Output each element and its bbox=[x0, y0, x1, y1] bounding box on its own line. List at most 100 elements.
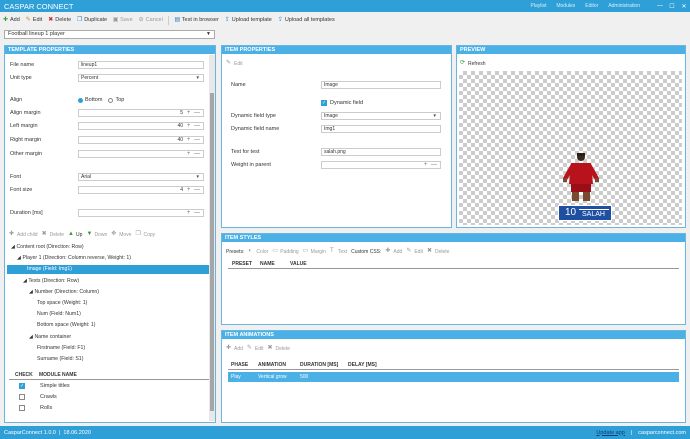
tree-node[interactable]: Bottom space (Weight: 1) bbox=[37, 321, 95, 330]
save-button[interactable]: ▣ Save bbox=[112, 17, 133, 24]
plus-minus-icon[interactable]: + — bbox=[187, 137, 201, 143]
upload-all-button[interactable]: ⇪ Upload all templates bbox=[277, 17, 335, 24]
delete-button[interactable]: ✖ Delete bbox=[47, 17, 71, 24]
margin-preset-button[interactable]: ▭ Margin bbox=[303, 248, 326, 255]
cancel-button[interactable]: ⊘ Cancel bbox=[138, 17, 163, 24]
module-row[interactable]: ✓ Simple titles bbox=[19, 383, 70, 389]
text-preset-button[interactable]: T Text bbox=[330, 248, 347, 255]
tree-node[interactable]: ◢ Name container bbox=[29, 333, 71, 342]
nav-modules[interactable]: Modules bbox=[556, 3, 575, 9]
move-button[interactable]: ✥ Move bbox=[111, 231, 131, 238]
tree-delete-button[interactable]: ✖ Delete bbox=[42, 231, 64, 238]
other-margin-stepper[interactable]: + — bbox=[78, 150, 204, 158]
tree-node[interactable]: ◢ Content root (Direction: Row) bbox=[11, 243, 84, 252]
tree-node-selected[interactable]: Image (Field: Img1) bbox=[7, 265, 210, 274]
check-icon[interactable]: ✓ bbox=[19, 383, 25, 389]
template-select[interactable]: Football lineup 1 player ▼ bbox=[4, 30, 215, 39]
nav-editor[interactable]: Editor bbox=[585, 3, 598, 9]
align-bottom-radio[interactable] bbox=[78, 97, 83, 103]
font-size-stepper[interactable]: 4 + — bbox=[78, 186, 204, 194]
padding-preset-button[interactable]: ▭ Padding bbox=[272, 248, 298, 255]
style-delete-button[interactable]: ✖ Delete bbox=[427, 248, 449, 255]
test-in-browser-button[interactable]: ▤ Test in browser bbox=[174, 17, 218, 24]
add-child-button[interactable]: ✚ Add child bbox=[9, 231, 38, 238]
modules-table-header: CHECK MODULE NAME bbox=[9, 371, 209, 380]
right-margin-stepper[interactable]: 40 + — bbox=[78, 136, 204, 144]
dynamic-field-name-input[interactable]: Img1 bbox=[321, 125, 441, 133]
app-title: CASPAR CONNECT bbox=[4, 1, 74, 11]
item-edit-button[interactable]: ✎ Edit bbox=[226, 60, 243, 67]
minimize-button[interactable]: — bbox=[654, 3, 666, 9]
font-row: Font Arial ▼ bbox=[10, 173, 204, 181]
vertical-scrollbar[interactable] bbox=[209, 55, 215, 421]
edit-button[interactable]: ✎ Edit bbox=[25, 17, 43, 24]
text-for-test-input[interactable]: salah.png bbox=[321, 148, 441, 156]
add-button[interactable]: ✚ Add bbox=[2, 17, 20, 24]
tree-node[interactable]: Firstname (Field: F1) bbox=[37, 344, 85, 353]
font-select[interactable]: Arial ▼ bbox=[78, 173, 204, 181]
down-button[interactable]: ▼ Down bbox=[86, 231, 107, 238]
style-edit-button[interactable]: ✎ Edit bbox=[406, 248, 423, 255]
nav-administration[interactable]: Administration bbox=[608, 3, 640, 9]
upload-template-button[interactable]: ⇪ Upload template bbox=[224, 17, 272, 24]
anim-delete-button[interactable]: ✖ Delete bbox=[268, 345, 290, 352]
plus-minus-icon[interactable]: + — bbox=[187, 151, 201, 157]
duplicate-button[interactable]: ❐ Duplicate bbox=[76, 17, 107, 24]
player-number: 10 bbox=[565, 207, 577, 218]
tree-node[interactable]: Surname (Field: S1) bbox=[37, 355, 83, 364]
plus-minus-icon[interactable]: + — bbox=[424, 162, 438, 168]
module-row[interactable]: Rolls bbox=[19, 405, 52, 411]
nav-playlist[interactable]: Playlist bbox=[531, 3, 547, 9]
item-name-input[interactable]: Image bbox=[321, 81, 441, 89]
move-icon: ✥ bbox=[111, 231, 117, 237]
pencil-icon: ✎ bbox=[226, 60, 232, 66]
preview-toolbar: ⟳ Refresh bbox=[460, 60, 486, 67]
refresh-button[interactable]: ⟳ Refresh bbox=[460, 60, 486, 67]
unit-type-select[interactable]: Percent ▼ bbox=[78, 74, 204, 82]
plus-minus-icon[interactable]: + — bbox=[187, 210, 201, 216]
file-name-input[interactable]: lineup1 bbox=[78, 61, 204, 69]
build-date: 18.06.2020 bbox=[63, 429, 91, 436]
style-add-button[interactable]: ✚ Add bbox=[385, 248, 402, 255]
checkbox[interactable] bbox=[19, 394, 25, 400]
dynamic-field-type-row: Dynamic field type Image ▼ bbox=[231, 112, 441, 120]
animation-row[interactable]: Play Vertical grow 500 bbox=[228, 372, 679, 382]
tree-node[interactable]: Num (Field: Num1) bbox=[37, 310, 81, 319]
font-size-row: Font size 4 + — bbox=[10, 186, 204, 194]
tree-node[interactable]: Top space (Weight: 1) bbox=[37, 299, 87, 308]
plus-minus-icon[interactable]: + — bbox=[187, 110, 201, 116]
plus-icon: ✚ bbox=[9, 231, 15, 237]
dynamic-field-type-select[interactable]: Image ▼ bbox=[321, 112, 441, 120]
module-row[interactable]: Crawls bbox=[19, 394, 57, 400]
chevron-down-icon: ▼ bbox=[206, 31, 211, 37]
weight-stepper[interactable]: + — bbox=[321, 161, 441, 169]
maximize-button[interactable]: ☐ bbox=[666, 3, 678, 10]
dynamic-field-checkbox[interactable]: ✓ bbox=[321, 100, 327, 106]
update-app-link[interactable]: Update app bbox=[596, 430, 624, 436]
plus-icon: ✚ bbox=[226, 345, 232, 351]
tree-node[interactable]: ◢ Player 1 (Direction: Column reverse, W… bbox=[17, 254, 131, 263]
plus-minus-icon[interactable]: + — bbox=[187, 123, 201, 129]
align-top-radio[interactable] bbox=[108, 97, 114, 103]
refresh-icon: ⟳ bbox=[460, 60, 466, 66]
website-link[interactable]: casparconnect.com bbox=[638, 430, 686, 436]
anim-edit-button[interactable]: ✎ Edit bbox=[247, 345, 264, 352]
template-properties-panel: TEMPLATE PROPERTIES File name lineup1 Un… bbox=[4, 45, 216, 423]
duration-stepper[interactable]: + — bbox=[78, 209, 204, 217]
pencil-icon: ✎ bbox=[406, 248, 412, 254]
color-preset-button[interactable]: ◐ Color bbox=[248, 248, 268, 255]
scrollbar-thumb[interactable] bbox=[210, 93, 214, 411]
chevron-down-icon: ▼ bbox=[195, 75, 200, 80]
tree-node[interactable]: ◢ Number (Direction: Column) bbox=[29, 288, 99, 297]
upload-all-icon: ⇪ bbox=[277, 16, 283, 23]
anim-add-button[interactable]: ✚ Add bbox=[226, 345, 243, 352]
close-button[interactable]: ✕ bbox=[678, 3, 690, 10]
plus-minus-icon[interactable]: + — bbox=[187, 187, 201, 193]
copy-icon: ❐ bbox=[135, 231, 141, 237]
copy-button[interactable]: ❐ Copy bbox=[135, 231, 155, 238]
tree-node[interactable]: ◢ Texts (Direction: Row) bbox=[23, 277, 79, 286]
left-margin-stepper[interactable]: 40 + — bbox=[78, 122, 204, 130]
checkbox[interactable] bbox=[19, 405, 25, 411]
align-margin-stepper[interactable]: 5 + — bbox=[78, 109, 204, 117]
up-button[interactable]: ▲ Up bbox=[68, 231, 82, 238]
